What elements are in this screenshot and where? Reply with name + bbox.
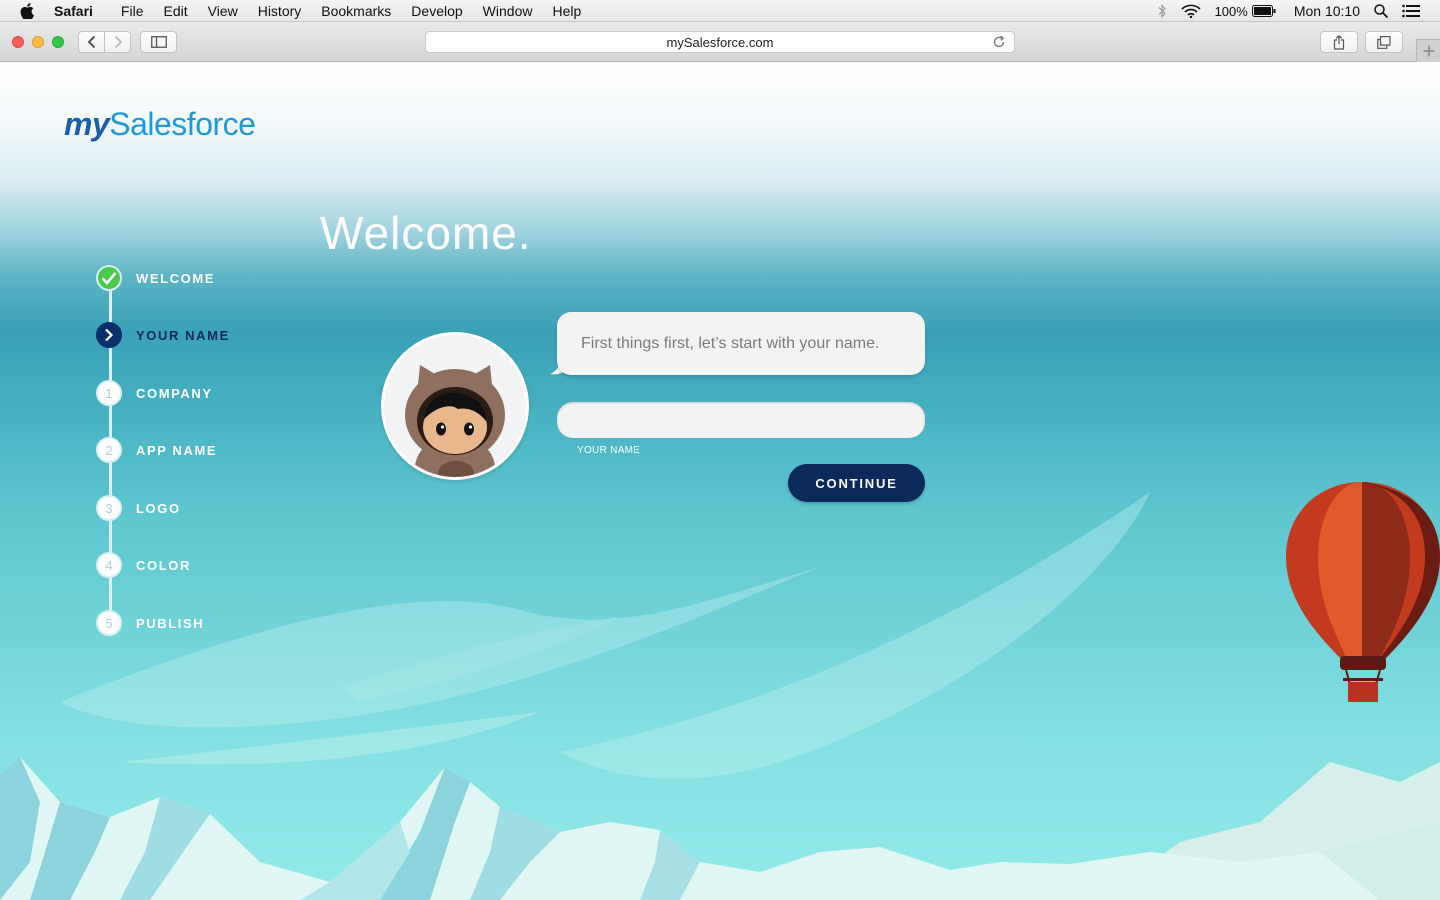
step-color[interactable]: 4 COLOR — [96, 551, 191, 579]
menu-develop[interactable]: Develop — [411, 3, 462, 19]
astro-mascot-icon — [405, 365, 505, 477]
step-label: YOUR NAME — [136, 327, 230, 343]
back-button[interactable] — [78, 31, 105, 53]
step-label: WELCOME — [136, 270, 216, 286]
step-number: 1 — [96, 380, 122, 406]
hot-air-balloon-icon — [1286, 482, 1440, 702]
your-name-label: YOUR NAME — [577, 445, 641, 456]
show-tabs-button[interactable] — [1365, 31, 1403, 53]
chevron-right-icon — [96, 322, 122, 348]
mysalesforce-logo[interactable]: mySalesforce — [64, 106, 256, 143]
step-number: 2 — [96, 437, 122, 463]
speech-bubble-text: First things first, let’s start with you… — [581, 334, 880, 352]
your-name-input[interactable] — [557, 402, 925, 438]
checkmark-icon — [96, 265, 122, 291]
new-tab-button[interactable] — [1416, 39, 1440, 62]
step-number: 3 — [96, 495, 122, 521]
step-your-name[interactable]: YOUR NAME — [96, 321, 230, 349]
step-label: PUBLISH — [136, 615, 205, 631]
menu-bar: Safari File Edit View History Bookmarks … — [0, 0, 1440, 22]
reload-icon[interactable] — [992, 35, 1006, 52]
minimize-window-button[interactable] — [32, 36, 44, 48]
page-title: Welcome. — [320, 207, 532, 259]
step-label: COMPANY — [136, 385, 213, 401]
setup-stepper: WELCOME YOUR NAME 1 COMPANY 2 APP NAME 3… — [96, 262, 316, 662]
wifi-icon[interactable] — [1181, 4, 1201, 18]
menu-history[interactable]: History — [258, 3, 302, 19]
step-label: APP NAME — [136, 442, 218, 458]
menu-edit[interactable]: Edit — [163, 3, 187, 19]
apple-icon[interactable] — [20, 2, 38, 19]
step-number: 4 — [96, 552, 122, 578]
forward-button[interactable] — [104, 31, 131, 53]
tabs-icon — [1377, 35, 1391, 49]
step-label: COLOR — [136, 557, 191, 573]
sidebar-icon — [150, 36, 167, 48]
close-window-button[interactable] — [12, 36, 24, 48]
browser-toolbar: mySalesforce.com — [0, 22, 1440, 62]
fullscreen-window-button[interactable] — [52, 36, 64, 48]
url-text[interactable]: mySalesforce.com — [667, 35, 774, 50]
battery-icon[interactable] — [1251, 5, 1276, 17]
share-button[interactable] — [1320, 31, 1358, 53]
menu-app-name[interactable]: Safari — [54, 3, 93, 19]
step-publish[interactable]: 5 PUBLISH — [96, 609, 204, 637]
menu-view[interactable]: View — [208, 3, 238, 19]
step-app-name[interactable]: 2 APP NAME — [96, 436, 217, 464]
chevron-right-icon — [114, 35, 122, 49]
speech-bubble: First things first, let’s start with you… — [557, 312, 925, 375]
continue-button[interactable]: CONTINUE — [788, 464, 925, 502]
mascot-avatar — [381, 332, 529, 480]
notification-center-icon[interactable] — [1402, 4, 1420, 18]
mountain-range — [0, 757, 1440, 900]
share-icon — [1333, 34, 1345, 50]
step-welcome[interactable]: WELCOME — [96, 264, 215, 292]
logo-brand: Salesforce — [109, 106, 256, 142]
step-label: LOGO — [136, 500, 181, 516]
spotlight-search-icon[interactable] — [1374, 4, 1388, 18]
menu-clock[interactable]: Mon 10:10 — [1294, 3, 1360, 19]
step-company[interactable]: 1 COMPANY — [96, 379, 213, 407]
address-bar[interactable]: mySalesforce.com — [425, 31, 1015, 53]
chevron-left-icon — [87, 35, 95, 49]
logo-my: my — [64, 106, 110, 142]
step-number: 5 — [96, 610, 122, 636]
menu-help[interactable]: Help — [552, 3, 581, 19]
bluetooth-icon[interactable] — [1157, 4, 1167, 18]
plus-icon — [1423, 45, 1434, 57]
battery-percent: 100% — [1214, 3, 1248, 19]
page-viewport: mySalesforce Welcome. WELCOME YOUR NAME … — [0, 62, 1440, 900]
sidebar-toggle-button[interactable] — [140, 31, 177, 53]
step-logo[interactable]: 3 LOGO — [96, 494, 181, 522]
menu-file[interactable]: File — [121, 3, 144, 19]
menu-bookmarks[interactable]: Bookmarks — [321, 3, 391, 19]
menu-window[interactable]: Window — [483, 3, 533, 19]
